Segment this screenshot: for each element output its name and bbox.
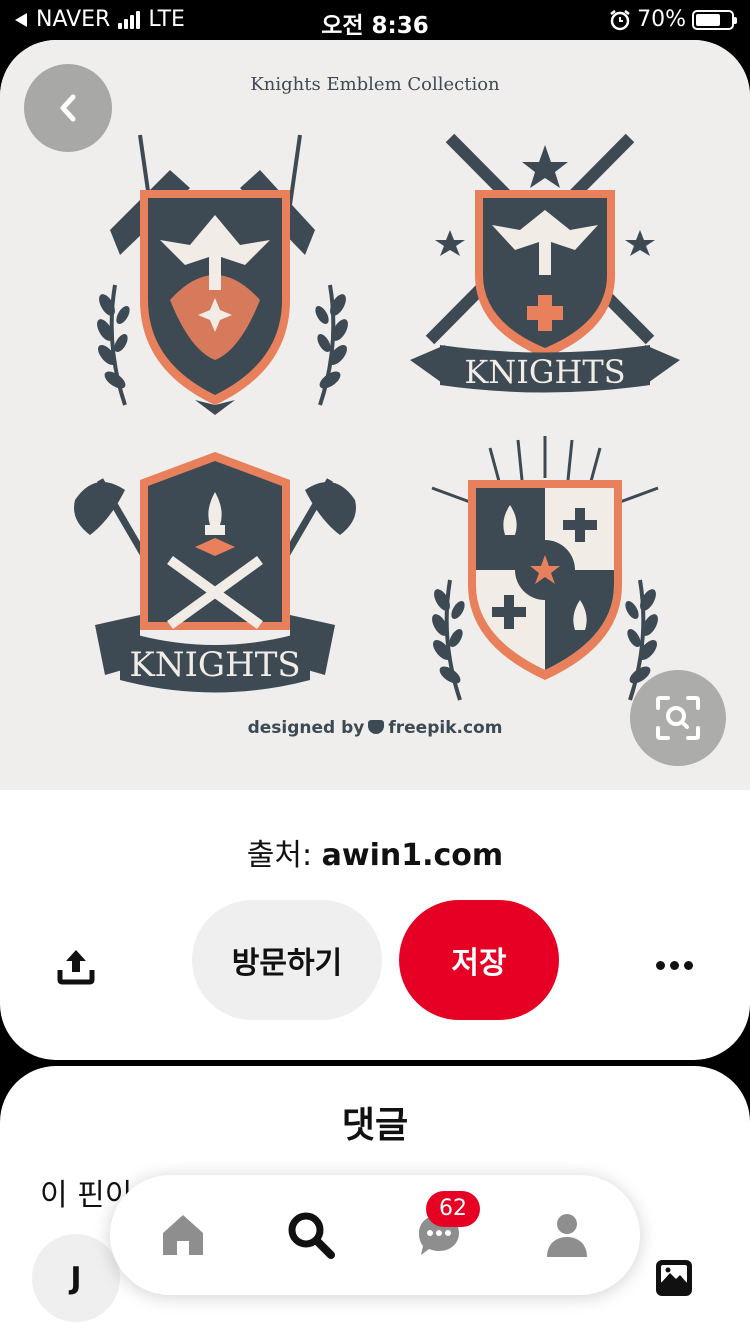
alarm-icon (610, 9, 630, 30)
emblem-eagle-crest (91, 134, 354, 415)
bottom-nav: 62 (110, 1175, 640, 1295)
avatar-initial: J (70, 1260, 82, 1296)
status-right: 70% (609, 7, 737, 32)
home-icon (163, 1215, 203, 1255)
credit-site: freepik.com (388, 718, 503, 738)
credit-prefix: designed by (247, 718, 365, 738)
save-button[interactable]: 저장 (399, 900, 559, 1020)
nav-home[interactable] (153, 1205, 213, 1265)
more-options-button[interactable] (650, 945, 698, 985)
emblem-knights-swords: KNIGHTS (410, 133, 680, 393)
visual-search-button[interactable] (630, 670, 726, 766)
knight-emblems-artwork: KNIGHTS KNIGHTS (74, 133, 680, 702)
chevron-left-icon (60, 94, 76, 122)
nav-profile[interactable] (537, 1205, 597, 1265)
pin-image[interactable]: Knights Emblem Collection KNIGHTS KNIGHT… (0, 40, 750, 790)
battery-percent: 70% (637, 7, 686, 32)
dot-icon (669, 960, 679, 970)
status-bar: NAVER LTE 오전 8:36 70% (0, 0, 750, 40)
freepik-logo-icon (368, 720, 385, 734)
dot-icon (683, 960, 693, 970)
dot-icon (655, 960, 665, 970)
banner-knights-bottom: KNIGHTS (129, 645, 300, 685)
source-label: 출처: (246, 838, 313, 873)
banner-knights-top: KNIGHTS (464, 353, 625, 391)
share-upload-icon (57, 950, 95, 985)
profile-icon (547, 1214, 587, 1257)
source-domain[interactable]: awin1.com (322, 838, 504, 873)
pin-card: Knights Emblem Collection KNIGHTS KNIGHT… (0, 40, 750, 1060)
battery-icon (692, 9, 737, 30)
emblem-quartered-shield (426, 436, 664, 702)
photo-icon[interactable] (654, 1258, 694, 1298)
nav-search[interactable] (281, 1205, 341, 1265)
comments-title: 댓글 (341, 1105, 409, 1146)
search-icon (288, 1212, 335, 1259)
visit-button[interactable]: 방문하기 (192, 900, 382, 1020)
share-button[interactable] (50, 940, 102, 992)
notification-badge: 62 (426, 1191, 480, 1227)
lens-search-icon (656, 696, 700, 740)
avatar[interactable]: J (32, 1234, 120, 1322)
back-button[interactable] (24, 64, 112, 152)
emblem-axes-crest: KNIGHTS (74, 452, 356, 693)
pin-source[interactable]: 출처: awin1.com (0, 830, 750, 874)
